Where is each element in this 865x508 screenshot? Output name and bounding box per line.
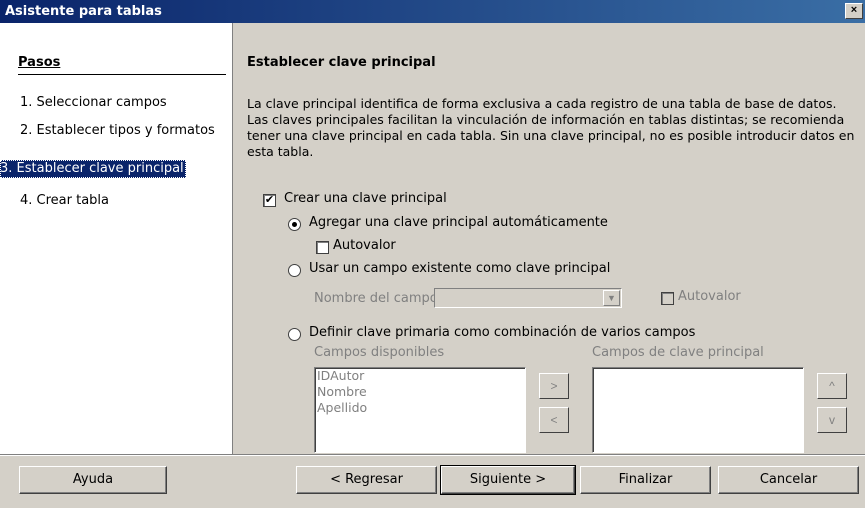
cancel-button[interactable]: Cancelar — [718, 466, 859, 494]
autovalue-checkbox-1[interactable] — [316, 241, 329, 254]
autovalue-checkbox-2[interactable] — [661, 292, 674, 305]
list-item[interactable]: IDAutor — [315, 368, 525, 384]
back-button[interactable]: < Regresar — [296, 466, 437, 494]
steps-header: Pasos — [18, 55, 61, 70]
auto-add-radio[interactable] — [288, 218, 301, 231]
use-existing-radio[interactable] — [288, 264, 301, 277]
help-button[interactable]: Ayuda — [19, 466, 167, 494]
page-title: Establecer clave principal — [247, 55, 436, 70]
radio-dot — [292, 222, 297, 227]
define-combination-radio[interactable] — [288, 328, 301, 341]
define-combination-label[interactable]: Definir clave primaria como combinación … — [309, 325, 695, 340]
steps-divider — [18, 74, 226, 75]
step-set-primary-key[interactable]: 3. Establecer clave principal — [0, 160, 186, 178]
available-fields-list[interactable]: IDAutor Nombre Apellido — [314, 367, 526, 453]
content-panel: Establecer clave principal La clave prin… — [233, 23, 865, 454]
create-pk-checkbox[interactable]: ✔ — [263, 194, 276, 207]
available-fields-label: Campos disponibles — [314, 345, 445, 360]
table-wizard-window: Asistente para tablas × Pasos 1. Selecci… — [0, 0, 865, 508]
field-name-combo[interactable]: ▼ — [434, 288, 622, 308]
next-button[interactable]: Siguiente > — [440, 465, 576, 495]
use-existing-label[interactable]: Usar un campo existente como clave princ… — [309, 261, 610, 276]
title-bar: Asistente para tablas × — [0, 0, 865, 23]
move-down-button[interactable]: v — [817, 407, 847, 433]
pk-fields-label: Campos de clave principal — [592, 345, 764, 360]
pk-fields-list[interactable] — [592, 367, 804, 453]
chevron-down-icon[interactable]: ▼ — [603, 290, 620, 306]
auto-add-label[interactable]: Agregar una clave principal automáticame… — [309, 215, 608, 230]
step-create-table[interactable]: 4. Crear tabla — [18, 192, 111, 210]
move-up-button[interactable]: ^ — [817, 373, 847, 399]
field-name-label: Nombre del campo — [314, 291, 438, 306]
autovalue-label-1[interactable]: Autovalor — [333, 238, 396, 253]
step-set-types[interactable]: 2. Establecer tipos y formatos — [18, 122, 217, 140]
finish-button[interactable]: Finalizar — [580, 466, 711, 494]
close-icon[interactable]: × — [845, 3, 863, 19]
window-title: Asistente para tablas — [5, 4, 162, 19]
page-description: La clave principal identifica de forma e… — [247, 96, 855, 159]
move-right-button[interactable]: > — [539, 373, 569, 399]
move-left-button[interactable]: < — [539, 407, 569, 433]
steps-panel: Pasos 1. Seleccionar campos 2. Establece… — [0, 23, 233, 454]
list-item[interactable]: Apellido — [315, 400, 525, 416]
autovalue-label-2[interactable]: Autovalor — [678, 289, 741, 304]
step-select-fields[interactable]: 1. Seleccionar campos — [18, 94, 169, 112]
list-item[interactable]: Nombre — [315, 384, 525, 400]
create-pk-label[interactable]: Crear una clave principal — [284, 191, 447, 206]
